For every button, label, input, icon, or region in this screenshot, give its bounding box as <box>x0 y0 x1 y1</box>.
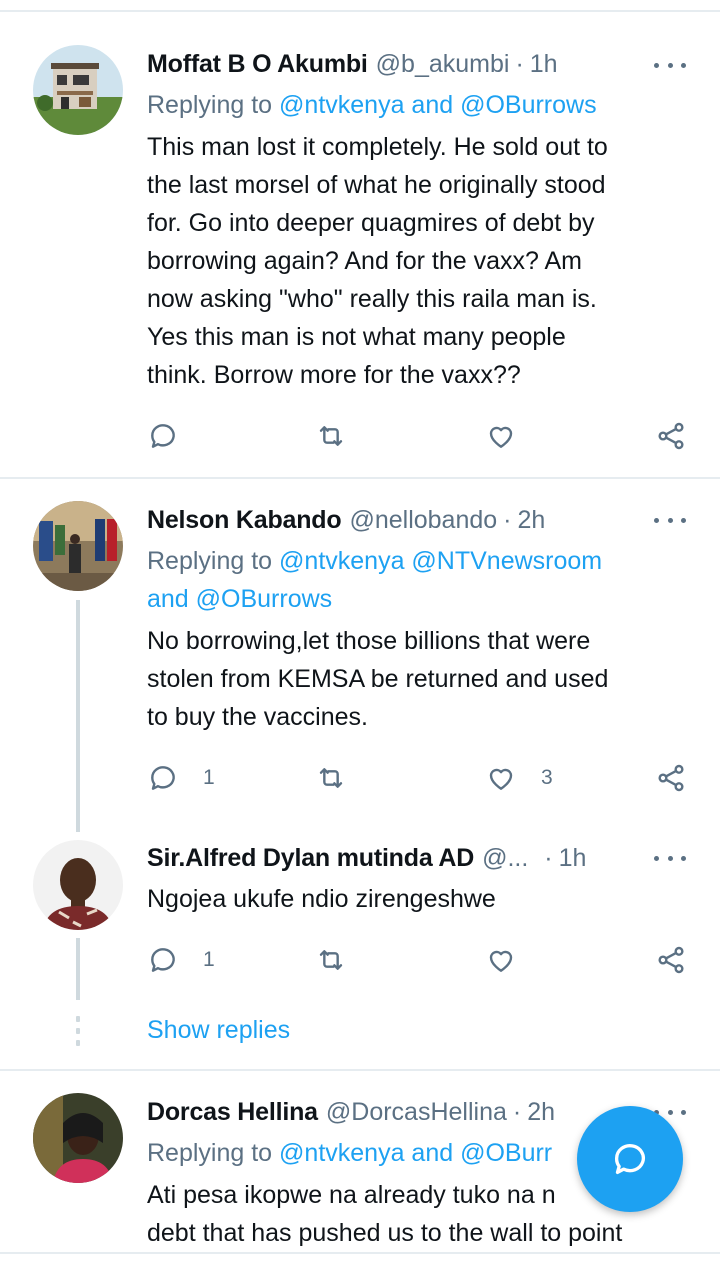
show-replies-link[interactable]: Show replies <box>147 1016 290 1045</box>
retweet-button[interactable] <box>315 940 347 980</box>
text-line: for. Go into deeper quagmires of debt by <box>147 209 595 237</box>
text-line: No borrowing,let those billions that wer… <box>147 627 591 655</box>
avatar-person-image <box>33 1093 123 1183</box>
tweet-text: No borrowing,let those billions that wer… <box>147 622 692 736</box>
text-line: debt that has pushed us to the wall to p… <box>147 1219 623 1247</box>
heart-icon <box>489 768 513 790</box>
replying-mentions[interactable]: @ntvkenya and @OBurrows <box>279 91 597 119</box>
separator: · <box>503 505 512 534</box>
reply-count: 1 <box>203 948 215 971</box>
like-button[interactable]: 3 <box>485 758 553 798</box>
more-replies-dots <box>76 1016 80 1052</box>
separator: · <box>544 843 553 872</box>
retweet-button[interactable] <box>315 758 347 798</box>
thread-line <box>76 600 80 832</box>
timestamp[interactable]: 1h <box>530 50 558 79</box>
retweet-button[interactable] <box>315 416 347 456</box>
retweet-icon <box>319 950 343 970</box>
reply-button[interactable]: 1 <box>147 940 215 980</box>
heart-icon <box>489 950 513 972</box>
replying-prefix: Replying to <box>147 547 273 575</box>
author-handle[interactable]: @... <box>482 844 528 873</box>
share-icon <box>658 764 684 792</box>
text-line: to buy the vaccines. <box>147 703 368 731</box>
share-button[interactable] <box>655 758 687 798</box>
replying-to: Replying to @ntvkenya and @OBurrows <box>147 86 687 124</box>
reply-count: 1 <box>203 766 215 789</box>
author-name[interactable]: Dorcas Hellina <box>147 1098 318 1127</box>
tweet-divider <box>0 1069 720 1071</box>
text-line: Ngojea ukufe ndio zirengeshwe <box>147 885 496 913</box>
tweet-text: This man lost it completely. He sold out… <box>147 128 692 394</box>
more-options-icon[interactable] <box>654 848 686 868</box>
replying-mentions[interactable]: @ntvkenya and @OBurr <box>279 1139 552 1167</box>
avatar-house-image <box>33 45 123 135</box>
author-handle[interactable]: @nellobando <box>349 506 497 535</box>
avatar[interactable] <box>33 501 123 591</box>
replying-mentions-continued[interactable]: and @OBurrows <box>147 580 687 618</box>
text-line: now asking "who" really this raila man i… <box>147 285 597 313</box>
tweet-header: Moffat B O Akumbi @b_akumbi · 1h <box>147 46 558 82</box>
avatar[interactable] <box>33 1093 123 1183</box>
like-button[interactable] <box>485 416 517 456</box>
text-line: This man lost it completely. He sold out… <box>147 133 608 161</box>
tweet-header: Dorcas Hellina @DorcasHellina · 2h <box>147 1094 555 1130</box>
tweet-header: Nelson Kabando @nellobando · 2h <box>147 502 545 538</box>
tweet-text: Ngojea ukufe ndio zirengeshwe <box>147 880 692 918</box>
replying-prefix: Replying to <box>147 91 273 119</box>
separator: · <box>512 1097 522 1126</box>
action-bar: 1 <box>147 940 692 980</box>
reply-button[interactable]: 1 <box>147 758 215 798</box>
replying-to: Replying to @ntvkenya @NTVnewsroom and @… <box>147 542 687 618</box>
retweet-icon <box>319 768 343 788</box>
text-line: think. Borrow more for the vaxx?? <box>147 361 521 389</box>
more-options-icon[interactable] <box>654 55 686 75</box>
reply-icon <box>151 948 175 972</box>
share-icon <box>658 422 684 450</box>
retweet-icon <box>319 426 343 446</box>
more-options-icon[interactable] <box>654 510 686 530</box>
timestamp[interactable]: 1h <box>559 844 587 873</box>
author-name[interactable]: Sir.Alfred Dylan mutinda AD <box>147 844 474 873</box>
replying-prefix: Replying to <box>147 1139 273 1167</box>
timestamp[interactable]: 2h <box>518 506 546 535</box>
compose-reply-icon <box>615 1144 645 1174</box>
avatar-person-flags-image <box>33 501 123 591</box>
text-line: the last morsel of what he originally st… <box>147 171 606 199</box>
separator: · <box>515 49 524 78</box>
author-name[interactable]: Moffat B O Akumbi <box>147 50 368 79</box>
compose-reply-button[interactable] <box>577 1106 683 1212</box>
share-button[interactable] <box>655 416 687 456</box>
author-handle[interactable]: @b_akumbi <box>376 50 510 79</box>
bottom-divider <box>0 1252 720 1254</box>
timestamp[interactable]: 2h <box>527 1098 555 1127</box>
action-bar <box>147 416 692 456</box>
text-line: Yes this man is not what many people <box>147 323 566 351</box>
replying-mentions[interactable]: @ntvkenya @NTVnewsroom <box>279 547 602 575</box>
action-bar: 1 3 <box>147 758 692 798</box>
reply-icon <box>151 766 175 790</box>
heart-icon <box>489 426 513 448</box>
share-button[interactable] <box>655 940 687 980</box>
tweet-header: Sir.Alfred Dylan mutinda AD @... · 1h <box>147 840 627 876</box>
tweet-divider <box>0 477 720 479</box>
share-icon <box>658 946 684 974</box>
text-line: borrowing again? And for the vaxx? Am <box>147 247 582 275</box>
like-count: 3 <box>541 766 553 789</box>
avatar-person-image <box>33 840 123 930</box>
author-name[interactable]: Nelson Kabando <box>147 506 342 535</box>
like-button[interactable] <box>485 940 517 980</box>
top-divider <box>0 10 720 12</box>
reply-button[interactable] <box>147 416 179 456</box>
text-line: stolen from KEMSA be returned and used <box>147 665 609 693</box>
avatar[interactable] <box>33 840 123 930</box>
avatar[interactable] <box>33 45 123 135</box>
thread-line <box>76 938 80 1000</box>
reply-icon <box>151 424 175 448</box>
author-handle[interactable]: @DorcasHellina <box>326 1098 507 1127</box>
